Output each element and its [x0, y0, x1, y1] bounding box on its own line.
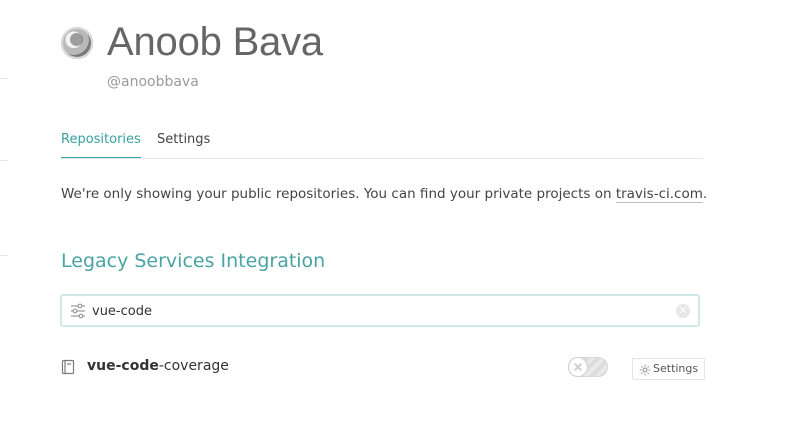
tabs-divider — [61, 158, 703, 159]
left-edge-strip — [0, 0, 8, 422]
tab-settings[interactable]: Settings — [157, 131, 210, 159]
gear-icon — [639, 363, 651, 376]
repo-icon — [61, 359, 75, 375]
public-repos-notice: We're only showing your public repositor… — [61, 186, 761, 203]
edge-divider — [0, 255, 8, 256]
repo-name[interactable]: vue-code-coverage — [87, 358, 229, 374]
notice-text-end: . — [702, 186, 708, 202]
clear-icon[interactable]: ✕ — [676, 304, 690, 318]
profile-tabs: Repositories Settings — [61, 131, 703, 159]
profile-handle: @anoobbava — [107, 74, 199, 90]
filter-icon — [69, 303, 87, 319]
travis-ci-com-link[interactable]: travis-ci.com — [615, 186, 703, 203]
repo-name-rest: -coverage — [158, 358, 229, 374]
avatar[interactable] — [61, 27, 93, 59]
profile-name: Anoob Bava — [107, 20, 323, 64]
repo-name-match: vue-code — [87, 358, 159, 374]
edge-divider — [0, 160, 8, 161]
notice-text: We're only showing your public repositor… — [61, 186, 616, 202]
repo-row: vue-code-coverage Settings — [61, 356, 706, 380]
tab-repositories[interactable]: Repositories — [61, 131, 141, 159]
repo-toggle[interactable] — [568, 357, 608, 377]
profile-header: Anoob Bava @anoobbava — [61, 20, 721, 96]
section-title: Legacy Services Integration — [61, 250, 326, 272]
search-input[interactable] — [92, 302, 652, 320]
edge-divider — [0, 78, 8, 79]
repo-settings-button[interactable]: Settings — [632, 358, 706, 380]
repo-filter: ✕ — [60, 294, 700, 327]
settings-button-label: Settings — [653, 362, 699, 375]
toggle-off-icon — [569, 358, 587, 376]
